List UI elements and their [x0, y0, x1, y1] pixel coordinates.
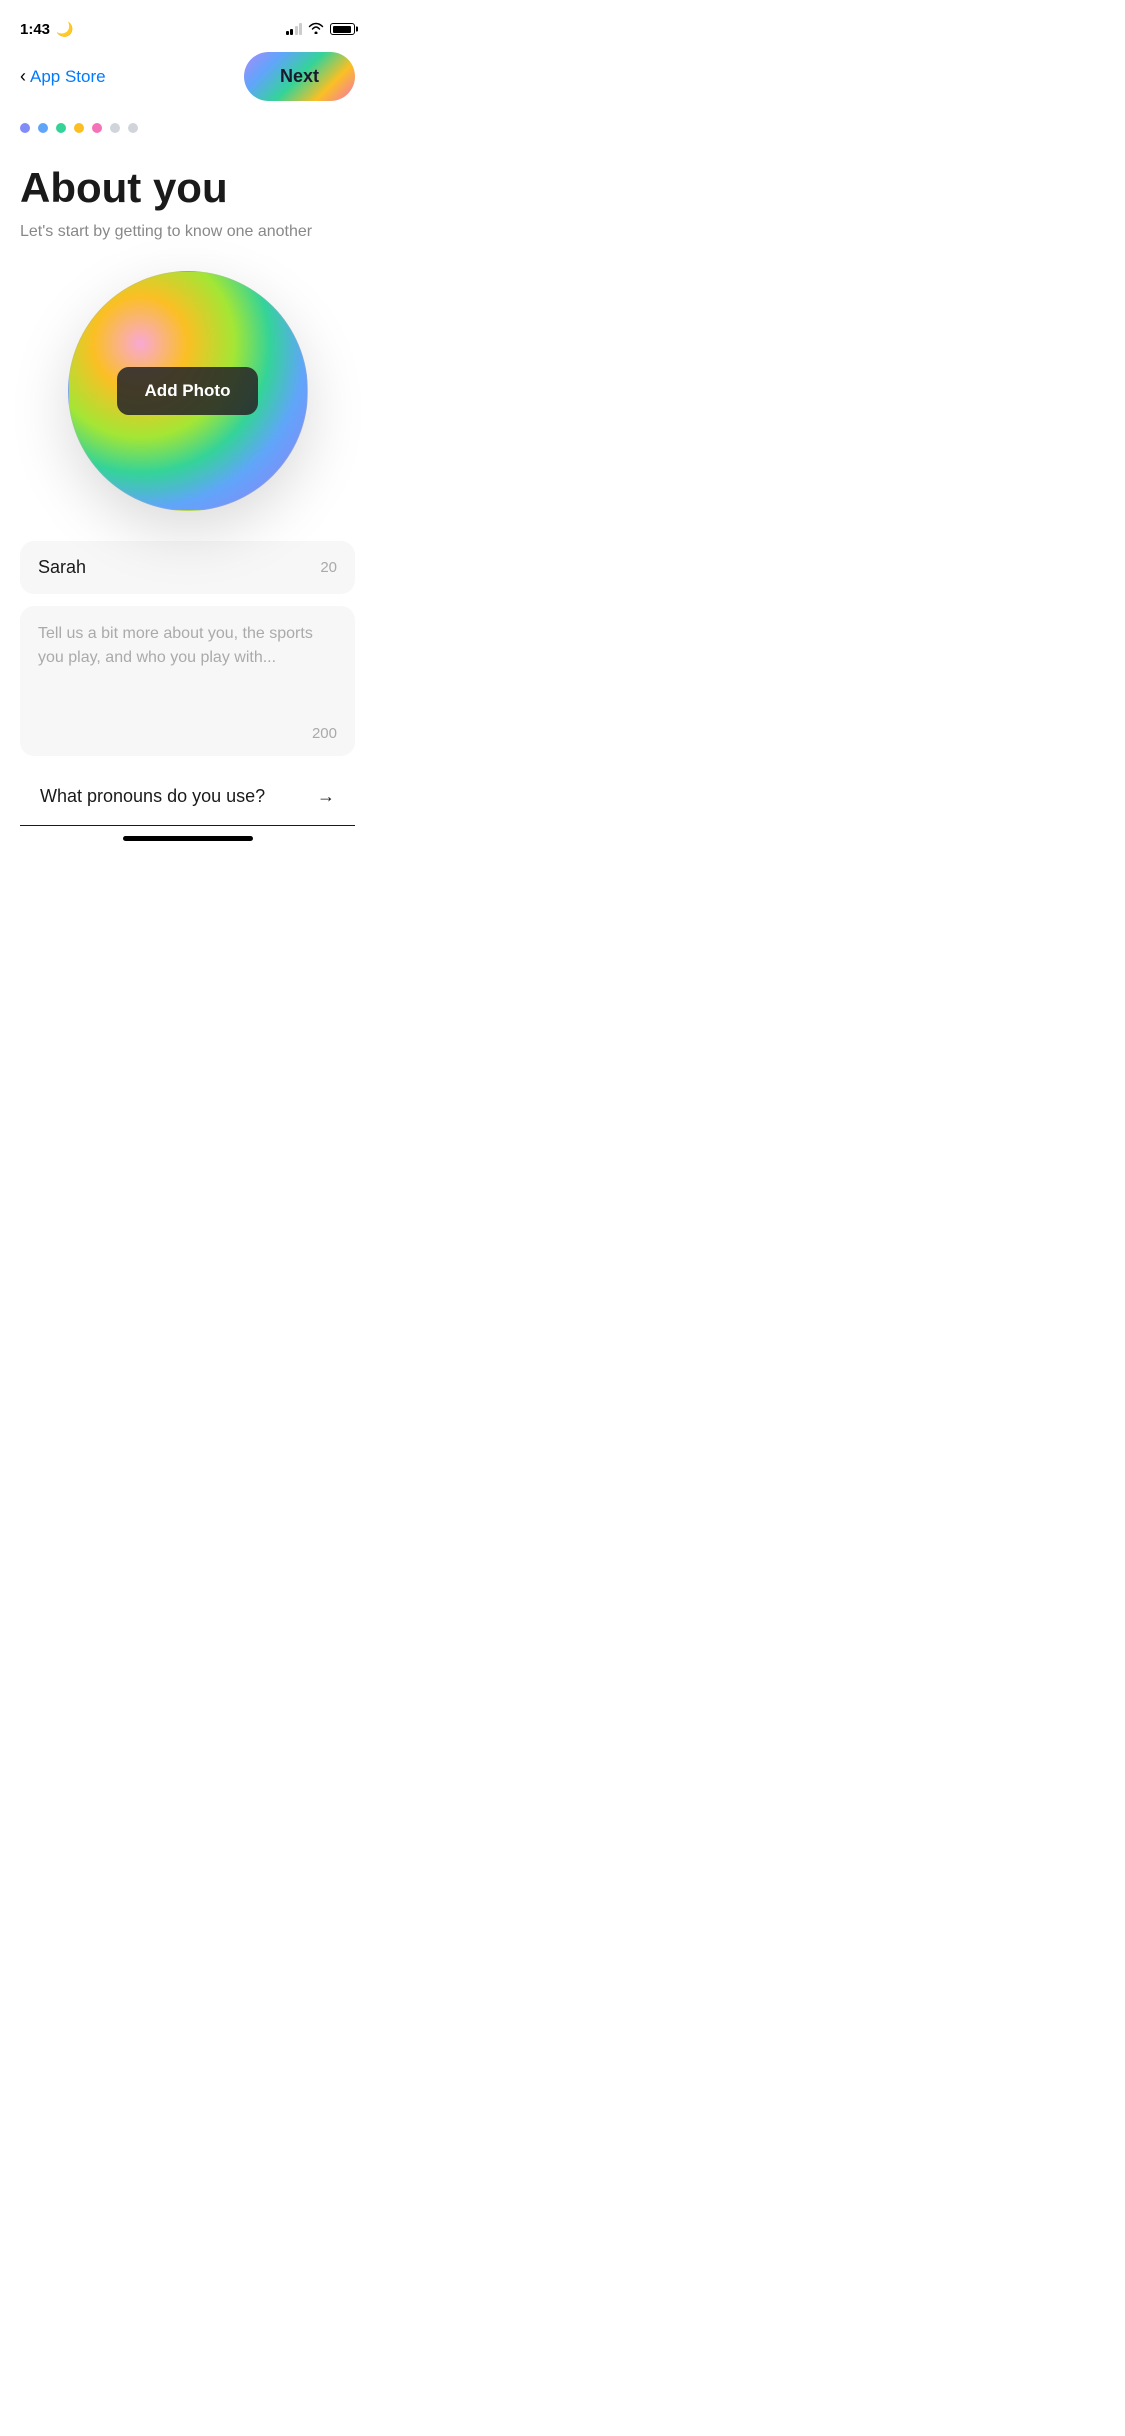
name-value[interactable]: Sarah — [38, 557, 86, 578]
back-nav[interactable]: ‹ App Store — [20, 66, 106, 87]
signal-bar-1 — [286, 31, 289, 35]
home-indicator — [123, 836, 253, 841]
main-content: About you Let's start by getting to know… — [0, 145, 375, 241]
signal-bar-4 — [299, 23, 302, 35]
arrow-icon: → — [317, 786, 335, 807]
progress-dot-4 — [74, 123, 84, 133]
moon-icon: 🌙 — [56, 21, 73, 38]
page-title: About you — [20, 165, 355, 211]
progress-dot-7 — [128, 123, 138, 133]
progress-dot-5 — [92, 123, 102, 133]
progress-dot-3 — [56, 123, 66, 133]
signal-bar-2 — [290, 29, 293, 35]
progress-dot-6 — [110, 123, 120, 133]
back-chevron-icon: ‹ — [20, 66, 26, 87]
avatar-circle[interactable]: Add Photo — [68, 271, 308, 511]
app-store-link[interactable]: App Store — [30, 67, 106, 87]
progress-dot-1 — [20, 123, 30, 133]
next-button-label: Next — [280, 66, 319, 86]
next-button[interactable]: Next — [244, 52, 355, 101]
photo-container[interactable]: Add Photo — [0, 271, 375, 511]
status-time: 1:43 🌙 — [20, 21, 73, 38]
bio-placeholder: Tell us a bit more about you, the sports… — [38, 622, 337, 670]
signal-bars — [286, 23, 303, 35]
name-char-count: 20 — [320, 559, 337, 576]
signal-bar-3 — [295, 26, 298, 35]
form-section: Sarah 20 Tell us a bit more about you, t… — [0, 541, 375, 756]
status-bar: 1:43 🌙 — [0, 0, 375, 44]
add-photo-label: Add Photo — [145, 381, 231, 400]
name-field-container[interactable]: Sarah 20 — [20, 541, 355, 594]
bio-field-container[interactable]: Tell us a bit more about you, the sports… — [20, 606, 355, 756]
battery-fill — [333, 26, 351, 33]
pronouns-label: What pronouns do you use? — [40, 786, 265, 807]
progress-dot-2 — [38, 123, 48, 133]
status-icons — [286, 22, 356, 37]
time-display: 1:43 — [20, 21, 50, 38]
add-photo-button[interactable]: Add Photo — [117, 367, 259, 415]
pronouns-row[interactable]: What pronouns do you use? → — [20, 768, 355, 826]
page-subtitle: Let's start by getting to know one anoth… — [20, 223, 355, 241]
progress-dots — [0, 111, 375, 145]
nav-bar: ‹ App Store Next — [0, 44, 375, 111]
bio-char-count: 200 — [312, 725, 337, 742]
wifi-icon — [308, 22, 324, 37]
battery-icon — [330, 23, 355, 35]
